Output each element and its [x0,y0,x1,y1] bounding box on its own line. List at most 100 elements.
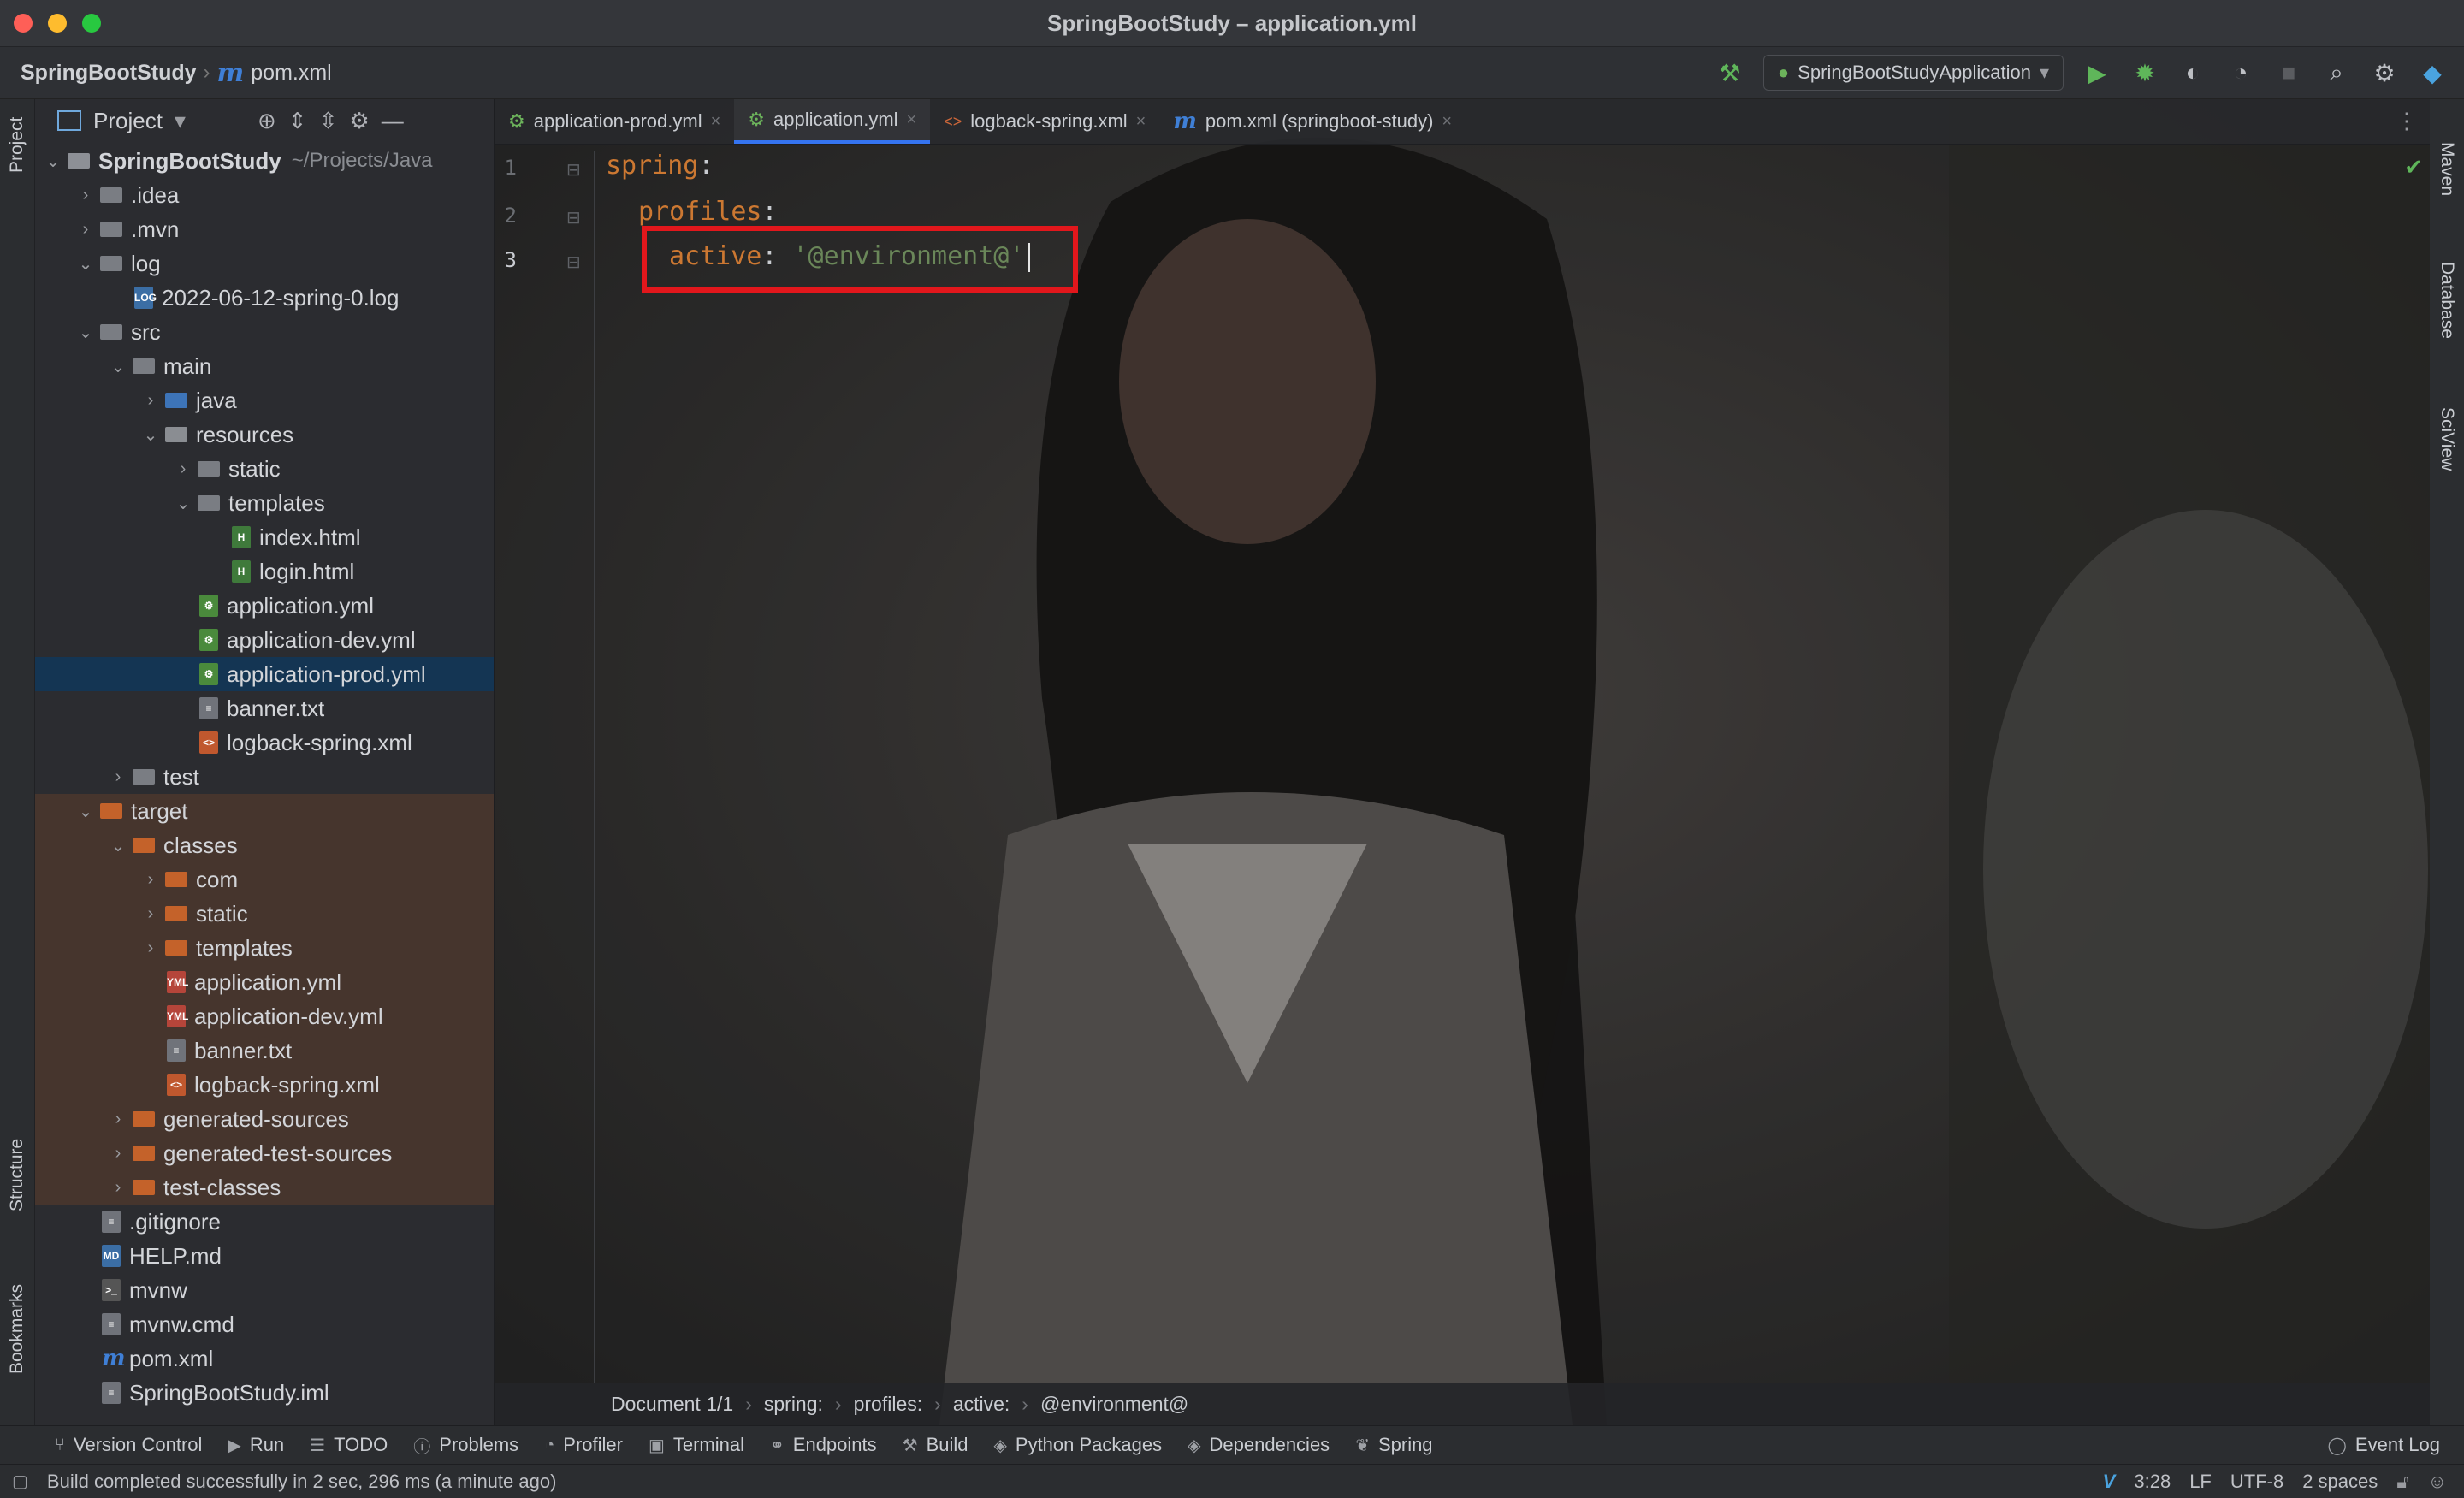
editor-tab[interactable]: m pom.xml (springboot-study) × [1159,99,1466,144]
gear-icon[interactable]: ⚙ [2370,59,2399,87]
nav-project-crumb[interactable]: SpringBootStudy [21,61,197,86]
tree-item[interactable]: ⚙ application-dev.yml [35,623,494,657]
tree-item[interactable]: ⌄ classes [35,828,494,862]
vcs-v-icon[interactable]: V [2103,1471,2116,1493]
editor-tab[interactable]: ⚙ application.yml × [734,99,931,144]
tree-item[interactable]: › .mvn [35,212,494,246]
inspector-icon[interactable]: ☺ [2428,1471,2447,1493]
search-icon[interactable]: ⌕ [2322,59,2351,87]
profile-icon[interactable]: ◔ [2226,59,2255,86]
indent-setting[interactable]: 2 spaces [2302,1471,2378,1493]
lock-icon[interactable]: 🔓︎ [2396,1471,2408,1493]
check-icon[interactable]: ✔ [2404,154,2423,181]
tree-item[interactable]: › generated-sources [35,1102,494,1136]
chevron-down-icon[interactable]: ⌄ [76,253,95,275]
caret-position[interactable]: 3:28 [2134,1471,2171,1493]
breadcrumb-item[interactable]: profiles: [854,1393,923,1416]
nav-file-crumb[interactable]: pom.xml [251,61,331,86]
tree-item[interactable]: ≡ mvnw.cmd [35,1307,494,1341]
toggle-tool-windows-icon[interactable]: ▢ [12,1471,28,1492]
tree-item[interactable]: <> logback-spring.xml [35,725,494,760]
zoom-window-button[interactable] [82,14,101,33]
structure-tool-button[interactable]: Structure [7,1139,27,1211]
close-icon[interactable]: × [1442,112,1452,132]
tree-item[interactable]: ≡ SpringBootStudy.iml [35,1376,494,1410]
chevron-right-icon[interactable]: › [141,391,160,411]
close-icon[interactable]: × [907,110,917,130]
tree-item[interactable]: ⚙ application-prod.yml [35,657,494,691]
chevron-right-icon[interactable]: › [109,1144,127,1163]
tree-item[interactable]: ≡ banner.txt [35,691,494,725]
tool-window-button[interactable]: ❦ Spring [1355,1434,1432,1456]
bookmarks-tool-button[interactable]: Bookmarks [7,1284,27,1374]
file-encoding[interactable]: UTF-8 [2230,1471,2283,1493]
tree-item[interactable]: › java [35,383,494,417]
editor-tab[interactable]: <> logback-spring.xml × [930,99,1159,144]
tool-window-button[interactable]: ⓘ Problems [413,1433,518,1458]
tree-item[interactable]: › .idea [35,178,494,212]
tree-item[interactable]: ⌄ templates [35,486,494,520]
tree-item[interactable]: Hindex.html [35,520,494,554]
tree-item[interactable]: › test-classes [35,1170,494,1205]
breadcrumb-item[interactable]: spring: [764,1393,823,1416]
tree-item[interactable]: <> logback-spring.xml [35,1068,494,1102]
stop-icon[interactable]: ■ [2274,59,2303,86]
build-hammer-icon[interactable]: ⚒ [1715,59,1744,87]
project-panel-title[interactable]: Project [93,108,163,134]
code-line-1[interactable]: spring: [606,151,714,181]
tree-item[interactable]: › static [35,897,494,931]
sciview-tool-button[interactable]: SciView [2437,407,2457,471]
close-icon[interactable]: × [711,112,721,132]
plugin-icon[interactable]: ◆ [2418,59,2447,87]
maven-tool-button[interactable]: Maven [2437,142,2457,196]
tree-item[interactable]: Hlogin.html [35,554,494,589]
chevron-right-icon[interactable]: › [109,1178,127,1198]
line-separator[interactable]: LF [2189,1471,2212,1493]
run-config-dropdown[interactable]: ● SpringBootStudyApplication ▾ [1762,55,2064,91]
tree-item[interactable]: ⌄ SpringBootStudy ~/Projects/Java [35,144,494,178]
run-icon[interactable]: ▶ [2082,59,2112,87]
tool-window-button[interactable]: ☰ TODO [310,1434,388,1456]
tree-item[interactable]: › static [35,452,494,486]
chevron-down-icon[interactable]: ⌄ [109,835,127,856]
close-icon[interactable]: × [1136,112,1146,132]
tree-item[interactable]: ⌄ resources [35,417,494,452]
tree-item[interactable]: ⚙ application.yml [35,589,494,623]
tool-window-button[interactable]: ▣ Terminal [649,1434,744,1456]
tool-window-button[interactable]: ⚒ Build [903,1434,968,1456]
chevron-down-icon[interactable]: ⌄ [44,151,62,172]
breadcrumb-item[interactable]: Document 1/1 [611,1393,733,1416]
tree-item[interactable]: ≡ banner.txt [35,1033,494,1068]
collapse-all-icon[interactable]: ⇳ [319,108,338,134]
expand-all-icon[interactable]: ⇕ [288,108,307,134]
tree-item[interactable]: >_ mvnw [35,1273,494,1307]
tree-item[interactable]: ⌄ src [35,315,494,349]
fold-icon[interactable]: ⊟ [566,159,581,181]
tree-item[interactable]: ⌄ target [35,794,494,828]
chevron-down-icon[interactable]: ⌄ [141,424,160,446]
fold-icon[interactable]: ⊟ [566,252,581,273]
gear-icon[interactable]: ⚙ [349,108,369,134]
tree-item[interactable]: YML application.yml [35,965,494,999]
chevron-down-icon[interactable]: ⌄ [76,322,95,343]
breadcrumb-item[interactable]: active: [953,1393,1010,1416]
chevron-right-icon[interactable]: › [141,904,160,924]
chevron-right-icon[interactable]: › [109,767,127,787]
chevron-down-icon[interactable]: ▾ [175,108,186,134]
debug-icon[interactable]: ✹ [2130,59,2159,87]
tree-item[interactable]: › com [35,862,494,897]
tree-item[interactable]: m pom.xml [35,1341,494,1376]
hide-panel-icon[interactable]: — [382,108,404,134]
locate-icon[interactable]: ⊕ [258,108,276,134]
tree-item[interactable]: MD HELP.md [35,1239,494,1273]
chevron-right-icon[interactable]: › [174,459,192,479]
tool-window-button[interactable]: ⚭ Endpoints [770,1434,877,1456]
breadcrumb-item[interactable]: @environment@ [1040,1393,1188,1416]
tree-item[interactable]: ⌄ main [35,349,494,383]
tree-item[interactable]: ⌄ log [35,246,494,281]
tree-item[interactable]: LOG 2022-06-12-spring-0.log [35,281,494,315]
tree-item[interactable]: ≡ .gitignore [35,1205,494,1239]
chevron-right-icon[interactable]: › [141,938,160,958]
tree-item[interactable]: YML application-dev.yml [35,999,494,1033]
coverage-icon[interactable]: ◐ [2178,59,2207,86]
